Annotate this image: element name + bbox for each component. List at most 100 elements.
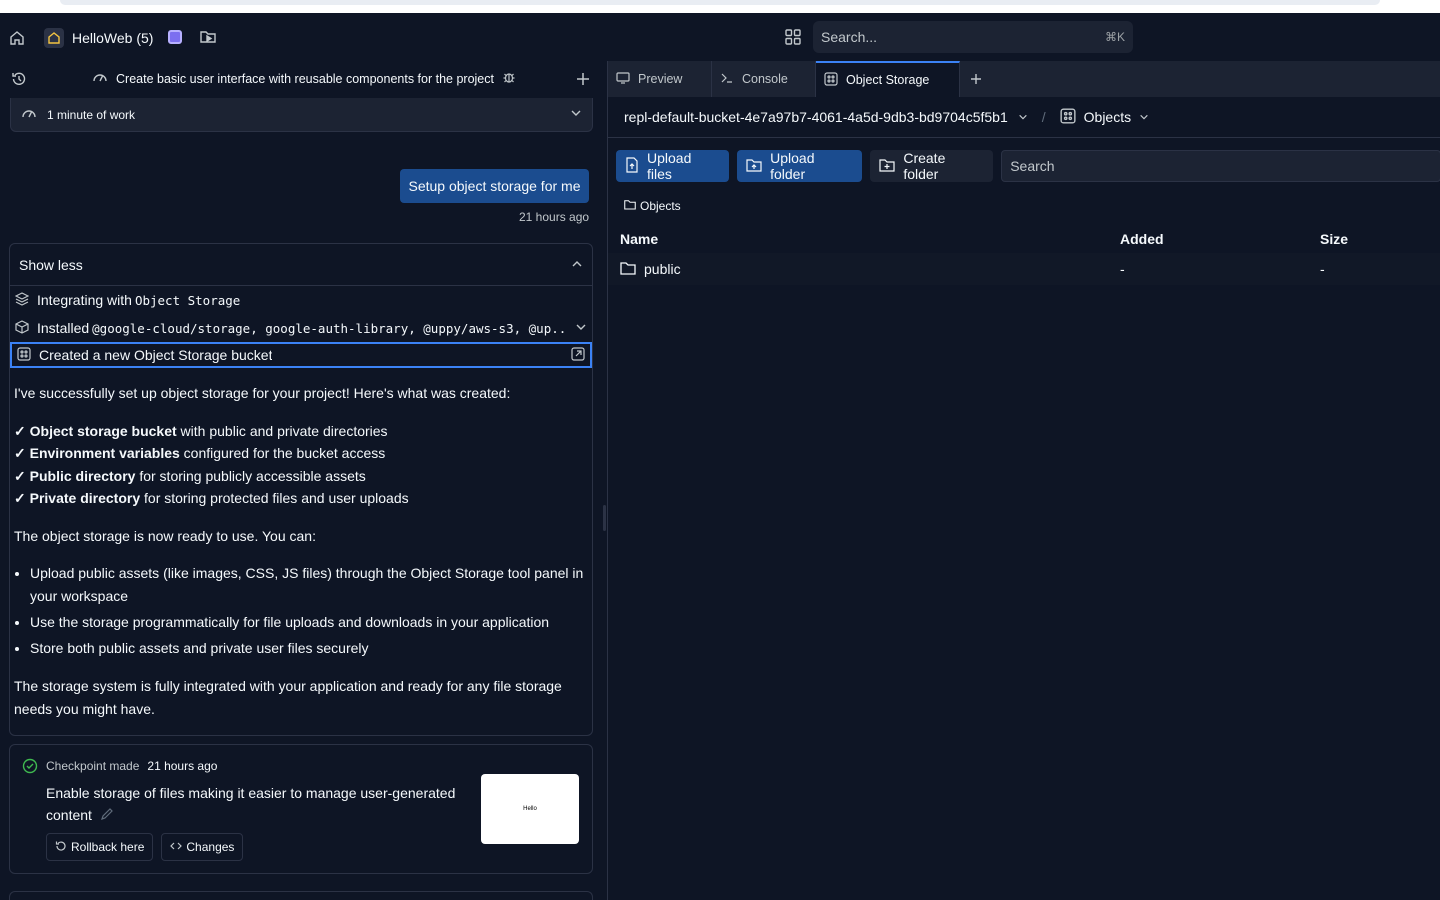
chat-header: Create basic user interface with reusabl… [0,61,602,97]
task-title[interactable]: Create basic user interface with reusabl… [92,70,516,87]
row-name-text: public [644,261,681,277]
checkpoint-actions: Rollback here Changes [46,833,244,861]
object-storage-icon [1060,107,1076,127]
folder-run-icon[interactable] [199,28,217,46]
folder-icon [624,199,636,213]
workspace-navbar: HelloWeb (5) ⌘K [0,13,1440,61]
show-less-label: Show less [19,256,83,273]
folder-icon [620,261,636,278]
check-circle-icon [22,758,38,774]
installed-prefix: Installed [37,320,90,336]
column-name[interactable]: Name [620,231,658,247]
list-item: Store both public assets and private use… [30,637,588,660]
object-search[interactable] [1001,150,1440,182]
work-duration-row[interactable]: 1 minute of work [10,98,593,132]
checkpoint-label: Checkpoint made [46,759,140,773]
folder-plus-icon [879,158,895,175]
capability-list: Upload public assets (like images, CSS, … [30,562,588,660]
repl-name: HelloWeb (5) [72,30,154,46]
installed-packages: @google-cloud/storage, google-auth-libra… [92,321,567,336]
check-item: ✓ Public directory for storing publicly … [14,467,366,484]
checkpoint-time: 21 hours ago [147,759,218,773]
table-row[interactable]: public - - [608,253,1440,285]
chevron-down-icon[interactable] [575,320,587,336]
open-external-icon[interactable] [571,346,585,364]
package-icon [15,319,29,337]
rollback-button[interactable]: Rollback here [46,833,154,861]
gauge-icon [21,106,37,123]
global-search-input[interactable] [821,29,1081,45]
message-ready: The object storage is now ready to use. … [14,527,316,544]
grid-apps-icon[interactable] [783,27,803,47]
upload-folder-button[interactable]: Upload folder [737,150,863,182]
created-checklist: ✓ Object storage bucket with public and … [14,420,588,510]
task-title-text: Create basic user interface with reusabl… [116,71,494,86]
checkpoint-thumbnail[interactable]: Hello [481,774,579,844]
bucket-selector-row: repl-default-bucket-4e7a97b7-4061-4a5d-9… [608,97,1440,138]
create-folder-button[interactable]: Create folder [870,150,994,182]
agent-message-body: I've successfully set up object storage … [10,368,592,720]
checkpoint-description: Enable storage of files making it easier… [46,782,466,827]
terminal-icon [720,71,734,88]
add-tab-plus-icon[interactable] [960,61,992,97]
user-message: Setup object storage for me [400,169,589,203]
action-created-bucket[interactable]: Created a new Object Storage bucket [10,342,592,368]
row-added: - [1120,261,1125,277]
objects-selector[interactable]: Objects [1060,107,1149,127]
search-shortcut: ⌘K [1104,30,1125,44]
history-icon[interactable] [10,70,28,88]
agent-response-card: Show less Integrating with Object Storag… [9,243,593,736]
message-outro: The storage system is fully integrated w… [14,678,562,717]
global-search[interactable]: ⌘K [813,21,1133,53]
breadcrumb-label: Objects [640,199,681,213]
tab-console[interactable]: Console [712,61,816,97]
upload-files-button[interactable]: Upload files [616,150,730,182]
rollback-icon [55,840,67,855]
column-size[interactable]: Size [1320,231,1348,247]
resize-grip[interactable] [603,505,606,531]
home-icon[interactable] [6,27,28,49]
color-swatch-icon[interactable] [168,30,182,44]
repl-name-button[interactable]: HelloWeb (5) [44,26,153,50]
path-separator: / [1041,109,1046,125]
tab-preview[interactable]: Preview [608,61,712,97]
objects-selector-label: Objects [1083,109,1132,125]
tab-object-storage[interactable]: Object Storage [816,61,960,97]
row-size: - [1320,261,1325,277]
show-less-toggle[interactable]: Show less [10,244,592,286]
action-installed[interactable]: Installed @google-cloud/storage, google-… [10,314,592,342]
message-intro: I've successfully set up object storage … [14,385,511,401]
chevron-up-icon[interactable] [571,257,583,273]
row-name: public [620,261,681,278]
agent-chat-panel: Create basic user interface with reusabl… [0,61,602,900]
breadcrumb[interactable]: Objects [624,199,681,213]
object-search-input[interactable] [1010,158,1411,174]
list-item: Upload public assets (like images, CSS, … [30,562,588,608]
repl-logo-icon [44,28,64,48]
folder-upload-icon [746,158,762,175]
integrating-code: Object Storage [134,293,241,308]
rollback-label: Rollback here [71,840,145,854]
integrating-prefix: Integrating with [37,292,132,308]
changes-label: Changes [186,840,235,854]
chevron-down-icon [1139,109,1149,125]
agent-progress-icon [92,70,108,87]
tool-panel: Preview Console Object Storage repl-defa… [607,61,1440,900]
storage-toolbar: Upload files Upload folder Create folder [608,149,1440,183]
browser-bar [60,0,1380,5]
changes-button[interactable]: Changes [161,833,244,861]
checkpoint-header: Checkpoint made 21 hours ago [22,758,217,774]
chevron-down-icon[interactable] [570,107,582,122]
layers-icon [14,291,30,309]
checkpoint-card: Checkpoint made 21 hours ago Enable stor… [9,744,593,874]
bucket-selector[interactable]: repl-default-bucket-4e7a97b7-4061-4a5d-9… [624,109,1028,125]
column-added[interactable]: Added [1120,231,1164,247]
pencil-edit-icon[interactable] [100,805,114,827]
check-item: ✓ Private directory for storing protecte… [14,490,409,506]
browser-top-strip [0,0,1440,13]
created-bucket-label: Created a new Object Storage bucket [39,347,273,363]
object-storage-icon [17,346,31,364]
bug-icon[interactable] [502,70,516,87]
action-integrating[interactable]: Integrating with Object Storage [10,286,592,314]
new-chat-plus-icon[interactable] [573,69,593,89]
